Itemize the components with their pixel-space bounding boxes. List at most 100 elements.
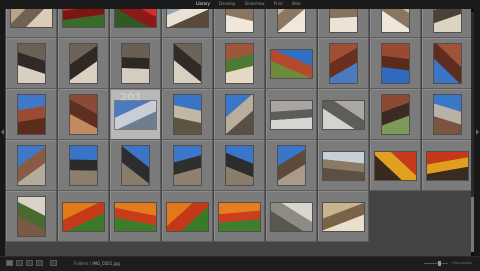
photo-thumbnail[interactable] [382,95,409,134]
photo-cell[interactable] [162,38,213,89]
photo-thumbnail[interactable] [271,101,312,129]
photo-thumbnail[interactable] [271,203,312,231]
photo-cell[interactable] [370,38,421,89]
photo-cell[interactable] [6,89,57,140]
tab-web[interactable]: Web [292,1,301,7]
photo-thumbnail[interactable] [226,95,253,134]
photo-cell[interactable] [162,89,213,140]
photo-thumbnail[interactable] [427,152,468,180]
photo-thumbnail[interactable] [18,146,45,185]
photo-thumbnail[interactable] [174,44,201,83]
photo-thumbnail[interactable] [323,203,364,231]
survey-view-button[interactable] [36,260,43,266]
collapse-right-icon[interactable] [476,129,479,135]
photo-thumbnail[interactable] [278,146,305,185]
photo-cell[interactable] [422,89,471,140]
photo-cell[interactable] [6,140,57,191]
photo-cell[interactable] [266,9,317,38]
photo-thumbnail[interactable] [11,9,52,27]
photo-cell[interactable] [110,38,161,89]
tab-slideshow[interactable]: Slideshow [244,1,264,7]
photo-thumbnail[interactable] [174,146,201,185]
collapse-left-icon[interactable] [1,129,4,135]
photo-cell[interactable] [318,9,369,38]
photo-cell[interactable] [58,191,109,242]
photo-thumbnail[interactable] [375,152,416,180]
photo-cell[interactable] [6,9,57,38]
photo-cell[interactable] [58,9,109,38]
photo-thumbnail[interactable] [278,9,305,32]
photo-cell[interactable] [318,38,369,89]
photo-thumbnail[interactable] [434,44,461,83]
photo-thumbnail[interactable] [226,146,253,185]
photo-cell[interactable] [110,140,161,191]
photo-cell[interactable] [6,38,57,89]
photo-thumbnail[interactable] [115,203,156,231]
photo-cell[interactable] [214,38,265,89]
photo-cell[interactable] [318,191,369,242]
photo-cell[interactable] [110,191,161,242]
photo-cell[interactable] [266,38,317,89]
tab-print[interactable]: Print [274,1,283,7]
loupe-view-button[interactable] [16,260,23,266]
photo-cell[interactable] [162,140,213,191]
photo-thumbnail[interactable] [70,146,97,185]
photo-cell[interactable] [214,140,265,191]
photo-thumbnail[interactable] [122,44,149,83]
photo-cell[interactable] [370,89,421,140]
photo-thumbnail[interactable] [226,9,253,32]
photo-cell[interactable] [266,89,317,140]
thumbnail-size-slider[interactable] [424,261,448,266]
photo-thumbnail[interactable] [382,44,409,83]
photo-cell[interactable] [58,140,109,191]
photo-cell[interactable] [214,191,265,242]
photo-thumbnail[interactable] [115,9,156,27]
photo-thumbnail[interactable] [167,203,208,231]
photo-cell[interactable] [58,38,109,89]
photo-thumbnail[interactable] [18,95,45,134]
photo-thumbnail[interactable] [271,50,312,78]
photo-thumbnail[interactable] [18,44,45,83]
photo-cell[interactable] [162,9,213,38]
photo-cell[interactable] [6,191,57,242]
photo-cell[interactable] [318,140,369,191]
photo-cell[interactable] [266,140,317,191]
photo-cell[interactable] [214,9,265,38]
photo-thumbnail[interactable] [434,9,461,32]
tab-library[interactable]: Library [196,1,210,7]
photo-thumbnail[interactable] [330,9,357,32]
photo-cell[interactable] [58,89,109,140]
photo-thumbnail[interactable] [70,95,97,134]
photo-thumbnail[interactable] [323,152,364,180]
photo-cell[interactable] [370,140,421,191]
photo-cell[interactable] [422,9,471,38]
photo-thumbnail[interactable] [122,146,149,185]
photo-thumbnail[interactable] [382,9,409,32]
photo-thumbnail[interactable] [226,44,253,83]
sort-button[interactable] [50,260,57,266]
photo-cell[interactable] [110,9,161,38]
photo-thumbnail[interactable] [63,203,104,231]
photo-cell[interactable]: 201 [110,89,161,140]
photo-thumbnail[interactable] [63,9,104,27]
photo-thumbnail[interactable] [167,9,208,27]
photo-cell[interactable] [214,89,265,140]
photo-thumbnail[interactable] [330,44,357,83]
photo-cell[interactable] [318,89,369,140]
photo-cell[interactable] [266,191,317,242]
photo-cell[interactable] [370,9,421,38]
slider-knob[interactable] [438,261,441,266]
photo-thumbnail[interactable] [219,203,260,231]
photo-cell[interactable] [162,191,213,242]
grid-view-button[interactable] [6,260,13,266]
tab-develop[interactable]: Develop [219,1,235,7]
photo-thumbnail[interactable] [70,44,97,83]
photo-thumbnail[interactable] [323,101,364,129]
photo-cell[interactable] [422,38,471,89]
right-panel-collapse[interactable] [474,9,480,256]
photo-thumbnail[interactable] [434,95,461,134]
photo-cell[interactable] [422,140,471,191]
compare-view-button[interactable] [26,260,33,266]
photo-thumbnail[interactable] [115,101,156,129]
photo-thumbnail[interactable] [18,197,45,236]
